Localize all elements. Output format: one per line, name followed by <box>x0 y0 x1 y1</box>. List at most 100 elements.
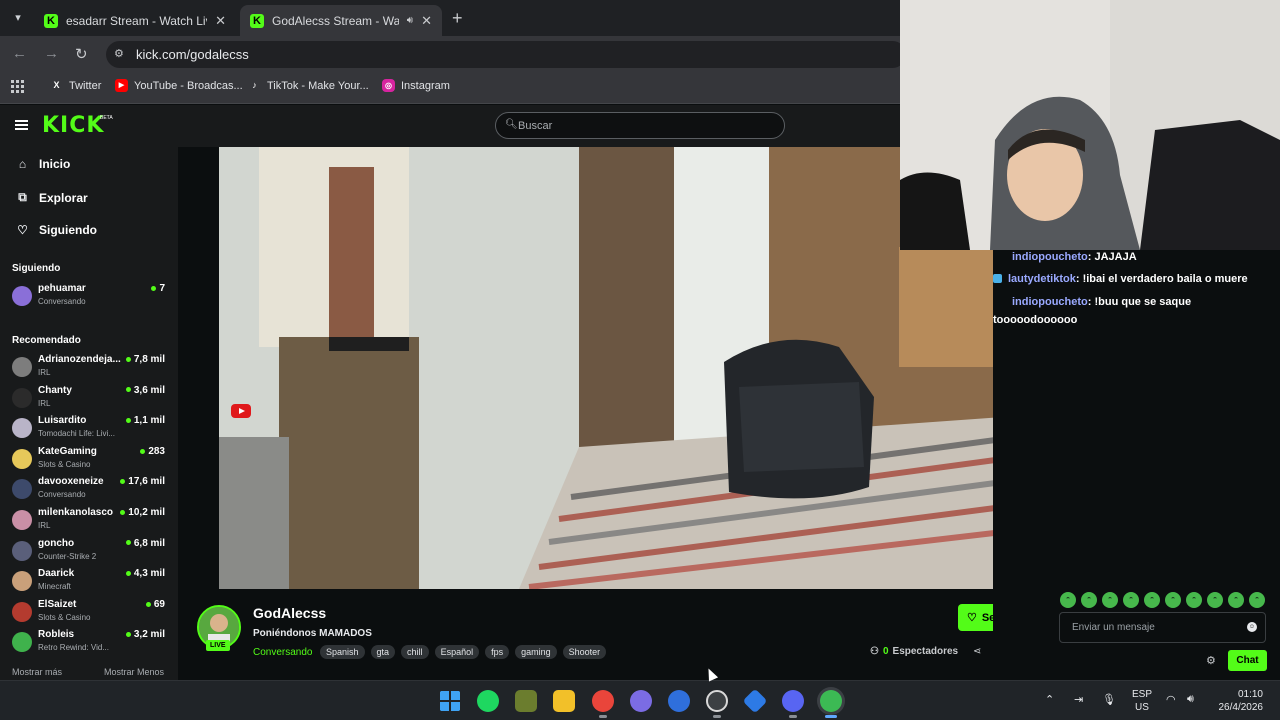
volume-icon[interactable]: 🔊︎ <box>1187 693 1194 706</box>
tab-close-icon[interactable]: ✕ <box>421 13 432 29</box>
apps-grid-icon[interactable] <box>11 80 24 93</box>
emote-icon[interactable]: ᵔ <box>1207 592 1223 608</box>
tag[interactable]: Shooter <box>562 645 607 659</box>
emote-icon[interactable]: ᵔ <box>1186 592 1202 608</box>
discord-icon[interactable] <box>782 690 804 712</box>
emote-icon[interactable]: ᵔ <box>1102 592 1118 608</box>
sidebar-channel[interactable]: davooxeneize Conversando 17,6 mil <box>12 476 168 504</box>
emote-icon[interactable]: ᵔ <box>1249 592 1265 608</box>
sidebar-channel[interactable]: Luisardito Tomodachi Life: Livi... 1,1 mil <box>12 415 168 443</box>
nav-explorar[interactable]: ⧉ Explorar <box>16 190 88 205</box>
reload-icon[interactable]: ↻ <box>75 45 88 63</box>
channel-name: Adrianozendeja... <box>38 354 121 365</box>
file-explorer-icon[interactable] <box>553 690 575 712</box>
emote-icon[interactable]: ᵔ <box>1228 592 1244 608</box>
new-tab-icon[interactable]: + <box>452 8 463 29</box>
bookmark-tiktok[interactable]: ♪ TikTok - Make Your... <box>248 79 368 92</box>
channel-name: Robleis <box>38 629 75 641</box>
tab-close-icon[interactable]: ✕ <box>215 13 226 29</box>
stream-category[interactable]: Conversando <box>253 647 312 658</box>
viewer-count: 1,1 mil <box>125 415 165 426</box>
game-app-icon[interactable] <box>515 690 537 712</box>
chat-send-button[interactable]: Chat <box>1228 650 1267 671</box>
chat-username[interactable]: indiopoucheto <box>1012 251 1088 263</box>
chat-settings-icon[interactable]: ⚙ <box>1206 654 1216 667</box>
chat-username[interactable]: lautydetiktok <box>1008 273 1076 285</box>
kick-logo[interactable]: KICK <box>42 113 104 138</box>
sidebar-channel[interactable]: Daarick Minecraft 4,3 mil <box>12 568 168 596</box>
nav-label: Explorar <box>39 190 88 205</box>
wifi-icon[interactable]: ◠ <box>1166 693 1176 706</box>
clock[interactable]: 01:10 26/4/2026 <box>1213 688 1264 714</box>
tag[interactable]: chill <box>401 645 429 659</box>
browser-tab[interactable]: K esadarr Stream - Watch Live on ✕ <box>34 5 236 36</box>
sidebar-channel[interactable]: Robleis Retro Rewind: Vid... 3,2 mil <box>12 629 168 657</box>
emote-icon[interactable]: ᵔ <box>1081 592 1097 608</box>
sidebar-channel[interactable]: goncho Counter-Strike 2 6,8 mil <box>12 538 168 566</box>
spotify-icon[interactable] <box>477 690 499 712</box>
search-icon: 🔍︎ <box>505 119 518 130</box>
windows-start-icon[interactable] <box>439 690 461 712</box>
tray-chevron-icon[interactable]: ⌃ <box>1045 693 1054 706</box>
sidebar-channel[interactable]: milenkanolasco IRL 10,2 mil <box>12 507 168 535</box>
menu-icon[interactable] <box>15 120 28 130</box>
webcam-overlay <box>900 0 1280 250</box>
microphone-icon[interactable]: 🎙︎ <box>1102 693 1116 706</box>
channel-name: Daarick <box>38 568 75 580</box>
sidebar-channel[interactable]: Adrianozendeja... IRL 7,8 mil <box>12 354 168 382</box>
emoji-picker-icon[interactable]: ☺ <box>1247 622 1257 632</box>
show-less-link[interactable]: Mostrar Menos <box>104 667 164 677</box>
capcut-icon[interactable] <box>668 690 690 712</box>
share-icon[interactable]: ⋖ <box>973 646 981 657</box>
bookmark-instagram[interactable]: ◎ Instagram <box>382 79 450 92</box>
site-info-icon[interactable]: ⚙ <box>114 47 124 60</box>
tab-title: GodAlecss Stream - Watch <box>272 13 399 28</box>
streamer-name[interactable]: GodAlecss <box>253 605 326 621</box>
bookmark-label: Instagram <box>401 79 450 92</box>
chrome-icon[interactable] <box>592 690 614 712</box>
network-adapter-icon[interactable]: ⇥ <box>1074 693 1083 706</box>
emote-icon[interactable]: ᵔ <box>1165 592 1181 608</box>
language-indicator[interactable]: ESP US <box>1132 688 1152 714</box>
chat-app-icon[interactable] <box>630 690 652 712</box>
address-bar-row: ← → ↻ ⚙ kick.com/godalecss <box>0 36 906 72</box>
channel-category: Tomodachi Life: Livi... <box>38 429 115 439</box>
bookmark-twitter[interactable]: X Twitter <box>50 79 101 92</box>
url-field[interactable]: ⚙ kick.com/godalecss <box>106 41 906 68</box>
speaker-icon[interactable]: 🔊︎ <box>407 15 413 26</box>
video-player[interactable] <box>219 147 1003 589</box>
tab-search-icon[interactable]: ▾ <box>8 8 28 28</box>
back-arrow-icon[interactable]: ← <box>12 45 27 62</box>
emote-icon[interactable]: ᵔ <box>1060 592 1076 608</box>
bookmark-youtube[interactable]: ▶ YouTube - Broadcas... <box>115 79 243 92</box>
dev-app-icon[interactable] <box>742 688 768 714</box>
clock-date: 26/4/2026 <box>1218 702 1264 713</box>
chat-username[interactable]: indiopoucheto <box>1012 296 1088 308</box>
emote-icon[interactable]: ᵔ <box>1144 592 1160 608</box>
url-text[interactable]: kick.com/godalecss <box>136 47 249 62</box>
show-more-link[interactable]: Mostrar más <box>12 667 62 677</box>
emote-bar: ᵔ ᵔ ᵔ ᵔ ᵔ ᵔ ᵔ ᵔ ᵔ ᵔ <box>1060 592 1265 608</box>
sidebar-channel[interactable]: Chanty IRL 3,6 mil <box>12 385 168 413</box>
emote-icon[interactable]: ᵔ <box>1123 592 1139 608</box>
obs-icon[interactable] <box>706 690 728 712</box>
nav-inicio[interactable]: ⌂ Inicio <box>16 157 70 171</box>
sidebar-channel[interactable]: pehuamar Conversando 7 <box>12 283 168 311</box>
tag[interactable]: Spanish <box>320 645 365 659</box>
sidebar-channel[interactable]: ElSaizet Slots & Casino 69 <box>12 599 168 627</box>
tag[interactable]: gta <box>370 645 396 659</box>
search-box[interactable]: 🔍︎ <box>495 112 785 139</box>
sidebar-channel[interactable]: KateGaming Slots & Casino 283 <box>12 446 168 474</box>
nav-siguiendo[interactable]: ♡ Siguiendo <box>16 223 97 237</box>
tag[interactable]: fps <box>485 645 510 659</box>
chat-input[interactable] <box>1072 613 1242 642</box>
browser-tab-active[interactable]: K GodAlecss Stream - Watch 🔊︎ ✕ <box>240 5 442 36</box>
instagram-icon: ◎ <box>382 79 395 92</box>
tag[interactable]: gaming <box>515 645 557 659</box>
chrome-profile-icon[interactable] <box>820 690 842 712</box>
chat-input-box[interactable]: ☺ <box>1059 612 1266 643</box>
live-dot-icon <box>125 356 131 362</box>
tag[interactable]: Español <box>434 645 480 659</box>
forward-arrow-icon[interactable]: → <box>44 45 59 62</box>
search-input[interactable] <box>518 113 778 138</box>
